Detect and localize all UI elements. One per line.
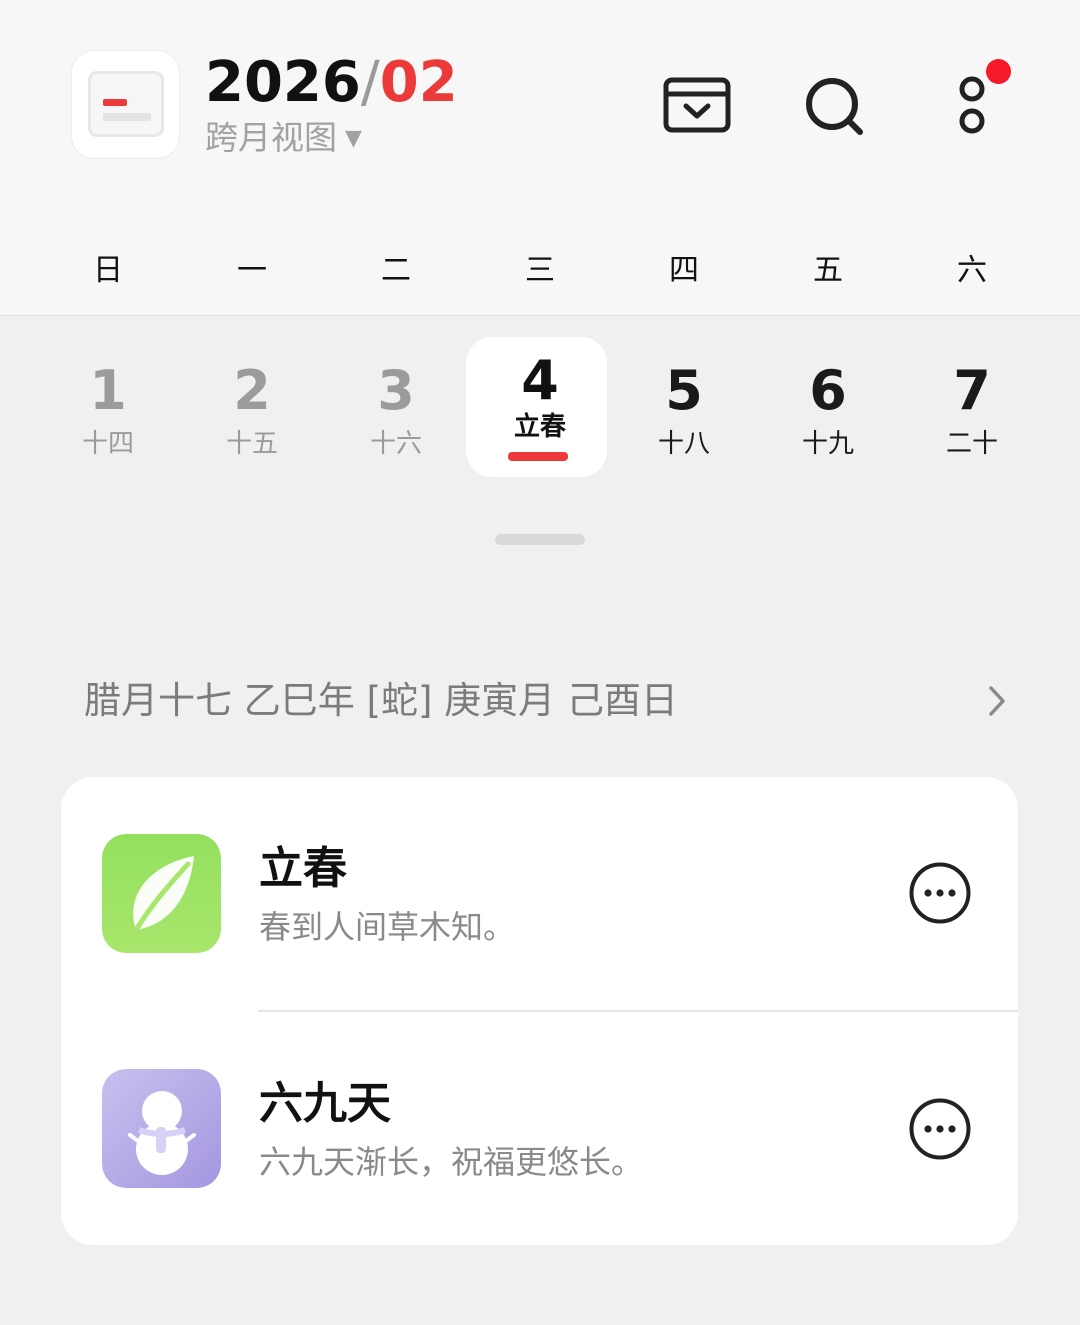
lunar-date-detail[interactable]: 腊月十七 乙巳年 [蛇] 庚寅月 己酉日 [84,676,678,726]
lunar-date: 十五 [225,429,278,459]
weekday-row: 日 一 二 三 四 五 六 [36,248,1044,294]
snowman-icon [102,1069,221,1188]
events-card: 立春 春到人间草木知。 六九天 六九天渐长，祝福更悠长。 [61,777,1018,1245]
weekday-label: 五 [813,253,843,288]
weekday-label: 六 [957,253,987,288]
calendar-card-graphic [88,71,164,137]
notification-dot [986,59,1011,84]
event-divider [258,1010,1018,1012]
date-number: 2 [233,359,271,422]
date-number: 1 [89,359,127,422]
solar-term-label: 立春 [513,412,566,442]
app-header: 2026/02 跨月视图 ▼ 日 一 二 三 四 五 六 [0,0,1080,316]
view-mode-label: 跨月视图 [205,118,337,157]
date-number: 4 [521,349,559,412]
weekday-label: 二 [381,253,411,288]
inbox-tray-icon[interactable] [662,72,732,142]
lunar-date: 十四 [81,429,134,459]
chevron-right-icon[interactable] [984,683,1010,719]
event-title: 六九天 [259,1078,391,1129]
date-cell[interactable]: 2 十五 [180,337,324,477]
leaf-icon [102,834,221,953]
year-month-title[interactable]: 2026/02 [205,52,458,114]
date-number: 6 [809,359,847,422]
lunar-date: 十九 [801,429,854,459]
date-number: 7 [953,359,991,422]
more-options-button[interactable] [909,1098,971,1160]
date-number: 5 [665,359,703,422]
view-mode-selector[interactable]: 跨月视图 ▼ [205,118,362,158]
weekday-label: 日 [93,253,123,288]
weekday-label: 四 [669,253,699,288]
date-cell[interactable]: 6 十九 [756,337,900,477]
date-cell[interactable]: 5 十八 [612,337,756,477]
date-cell-selected[interactable]: 4 立春 [466,337,612,477]
search-icon[interactable] [800,72,870,142]
month-label: 02 [379,50,458,115]
calendar-app-icon[interactable] [72,51,179,158]
event-subtitle: 六九天渐长，祝福更悠长。 [259,1143,644,1181]
year-month-separator: / [360,50,380,115]
expand-drag-handle[interactable] [495,534,585,545]
more-options-button[interactable] [909,862,971,924]
event-subtitle: 春到人间草木知。 [259,908,516,946]
date-cell[interactable]: 3 十六 [324,337,468,477]
date-number: 3 [377,359,415,422]
weekday-label: 一 [237,253,267,288]
lunar-date: 十八 [657,429,710,459]
year-label: 2026 [205,50,361,115]
date-cell[interactable]: 7 二十 [900,337,1044,477]
dropdown-triangle-icon: ▼ [345,126,362,151]
lunar-date: 十六 [369,429,422,459]
selected-date-underline [508,452,568,461]
date-cell[interactable]: 1 十四 [36,337,180,477]
event-title: 立春 [259,843,347,894]
week-date-row: 1 十四 2 十五 3 十六 4 立春 5 十八 6 十九 7 二十 [36,337,1044,477]
weekday-label: 三 [525,253,555,288]
lunar-date: 二十 [945,429,998,459]
